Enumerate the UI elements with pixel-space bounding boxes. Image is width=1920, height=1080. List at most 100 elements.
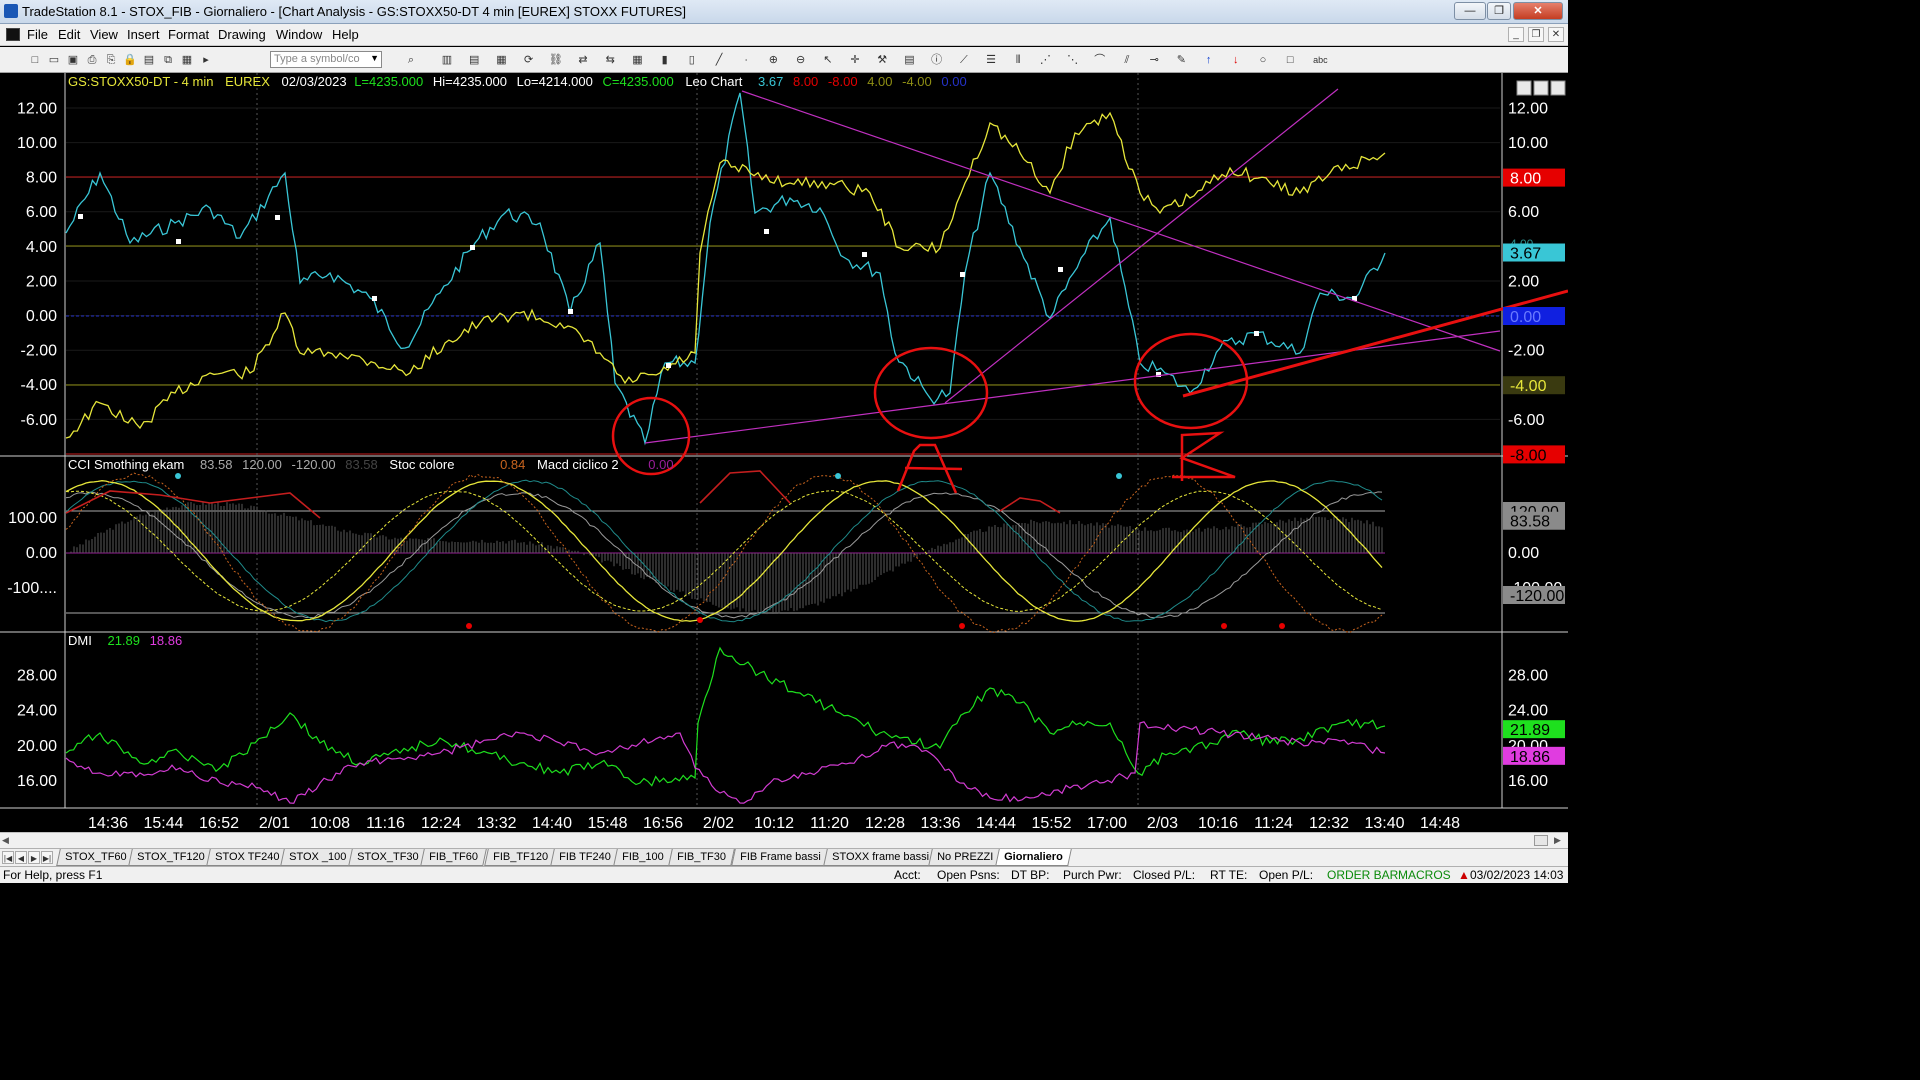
pane-minimize-button[interactable] [1516, 80, 1532, 96]
tab-stox-tf240[interactable]: STOX TF240 [206, 849, 289, 866]
info-icon[interactable]: ⓘ [930, 53, 944, 67]
tab-stox-tf30[interactable]: STOX_TF30 [348, 849, 428, 866]
table-icon[interactable]: ▦ [630, 53, 644, 67]
tab-label: FIB_100 [622, 851, 664, 863]
chart-icon[interactable]: ▦ [180, 53, 194, 67]
right-price-tick: -2.00 [1508, 343, 1545, 360]
tools-icon[interactable]: ⚒ [875, 53, 889, 67]
window-3-icon[interactable]: ▦ [494, 53, 508, 67]
new-icon[interactable]: □ [28, 53, 42, 67]
zoom-out-icon[interactable]: ⊖ [794, 53, 808, 67]
zoom-in-icon[interactable]: ⊕ [766, 53, 780, 67]
tab-fib-tf240[interactable]: FIB TF240 [550, 849, 620, 866]
tab-next-icon[interactable]: ▶ [28, 851, 40, 864]
mdi-close-button[interactable]: ✕ [1548, 27, 1564, 42]
rectangle-icon[interactable]: □ [1283, 53, 1297, 67]
window-1-icon[interactable]: ▥ [440, 53, 454, 67]
symbol-dropdown-icon[interactable]: ▼ [370, 52, 379, 65]
calc-icon[interactable]: ▤ [902, 53, 916, 67]
link-icon[interactable]: ⛓ [549, 53, 563, 67]
pair-icon[interactable]: ⇄ [576, 53, 590, 67]
channel-icon[interactable]: ⫽ [1120, 53, 1134, 67]
horizontal-scrollbar[interactable]: ◀ ▶ [0, 832, 1568, 848]
close-button[interactable]: ✕ [1513, 2, 1563, 20]
tab-fib-100[interactable]: FIB_100 [613, 849, 673, 866]
menu-view[interactable]: View [90, 27, 118, 42]
folder-icon[interactable]: ▤ [142, 53, 156, 67]
time-tick: 15:52 [1031, 815, 1071, 832]
search-icon[interactable]: ⌕ [404, 53, 418, 67]
cycle-bottom-dot [466, 623, 472, 629]
time-tick: 10:16 [1198, 815, 1238, 832]
dmi-header: DMI 21.89 18.86 [68, 633, 182, 648]
mdi-minimize-button[interactable]: _ [1508, 27, 1524, 42]
tab-fib-tf60[interactable]: FIB_TF60 [420, 849, 487, 866]
scroll-left-icon[interactable]: ◀ [2, 835, 9, 846]
menu-window[interactable]: Window [276, 27, 322, 42]
lock-icon[interactable]: 🔒 [123, 53, 137, 67]
status-purch-pwr: Purch Pwr: [1063, 868, 1122, 882]
arrow-up-icon[interactable]: ↑ [1202, 53, 1216, 67]
text-icon[interactable]: abc [1310, 53, 1330, 67]
tab-fib-frame-bassi[interactable]: FIB Frame bassi [731, 849, 830, 866]
gann-icon[interactable]: ⌒ [1093, 53, 1107, 67]
tab-stoxx-frame-bassi[interactable]: STOXX frame bassi [823, 849, 938, 866]
vline-icon[interactable]: ⦀ [1011, 53, 1025, 67]
scroll-thumb[interactable] [1534, 835, 1548, 846]
tab-stox-100[interactable]: STOX _100 [280, 849, 356, 866]
arrow-down-icon[interactable]: ↓ [1229, 53, 1243, 67]
time-tick: 16:56 [643, 815, 683, 832]
trendline-icon[interactable]: ⟋ [957, 53, 971, 67]
status-macros[interactable]: MACROS [1398, 868, 1451, 882]
pane-restore-button[interactable] [1533, 80, 1549, 96]
save-icon[interactable]: ▣ [66, 53, 80, 67]
line-icon[interactable]: ╱ [712, 53, 726, 67]
tab-stox-tf120[interactable]: STOX_TF120 [128, 849, 214, 866]
pitch-icon[interactable]: ⋱ [1066, 53, 1080, 67]
mdi-restore-button[interactable]: ❐ [1528, 27, 1544, 42]
menu-help[interactable]: Help [332, 27, 359, 42]
menu-format[interactable]: Format [168, 27, 209, 42]
tab-giornaliero[interactable]: Giornaliero [995, 849, 1072, 866]
chart-analysis-window[interactable]: GS:STOXX50-DT - 4 min EUREX 02/03/2023 L… [0, 73, 1568, 833]
chart-doc-icon[interactable] [6, 28, 20, 41]
open-icon[interactable]: ▭ [47, 53, 61, 67]
tab-prev-icon[interactable]: ◀ [15, 851, 27, 864]
tab-first-icon[interactable]: |◀ [2, 851, 14, 864]
play-icon[interactable]: ▸ [199, 53, 213, 67]
menu-drawing[interactable]: Drawing [218, 27, 266, 42]
menu-file[interactable]: File [27, 27, 48, 42]
print-preview-icon[interactable]: ⎘ [104, 53, 118, 67]
menu-edit[interactable]: Edit [58, 27, 80, 42]
cursor-icon[interactable]: ↖ [821, 53, 835, 67]
menu-insert[interactable]: Insert [127, 27, 160, 42]
scroll-right-icon[interactable]: ▶ [1554, 835, 1561, 846]
cci-name: CCI Smothing ekam [68, 457, 184, 472]
time-tick: 12:24 [421, 815, 461, 832]
ruler-icon[interactable]: ⊸ [1147, 53, 1161, 67]
tab-no-prezzi[interactable]: No PREZZI [928, 849, 1003, 866]
hline-icon[interactable]: ☰ [984, 53, 998, 67]
crosshair-icon[interactable]: ✛ [848, 53, 862, 67]
candle-icon[interactable]: ▯ [685, 53, 699, 67]
ellipse-icon[interactable]: ○ [1256, 53, 1270, 67]
arrow-icon[interactable]: ⇆ [603, 53, 617, 67]
tab-fib-tf120[interactable]: FIB_TF120 [484, 849, 557, 866]
print-icon[interactable]: ⎙ [85, 53, 99, 67]
fib-icon[interactable]: ⋰ [1038, 53, 1052, 67]
status-alert-icon[interactable]: ▲ [1458, 868, 1470, 882]
pen-icon[interactable]: ✎ [1174, 53, 1188, 67]
maximize-button[interactable]: ❐ [1487, 2, 1511, 20]
copy-icon[interactable]: ⧉ [161, 53, 175, 67]
symbol-input[interactable]: Type a symbol/co ▼ [270, 51, 382, 68]
refresh-icon[interactable]: ⟳ [522, 53, 536, 67]
window-2-icon[interactable]: ▤ [467, 53, 481, 67]
bar-icon[interactable]: ▮ [658, 53, 672, 67]
tab-stox-tf60[interactable]: STOX_TF60 [56, 849, 136, 866]
point-icon[interactable]: ∙ [739, 53, 753, 67]
pane-close-button[interactable] [1550, 80, 1566, 96]
tab-fib-tf30[interactable]: FIB_TF30 [668, 849, 735, 866]
status-order-bar[interactable]: ORDER BAR [1327, 868, 1398, 882]
minimize-button[interactable]: — [1454, 2, 1486, 20]
tab-last-icon[interactable]: ▶| [41, 851, 53, 864]
